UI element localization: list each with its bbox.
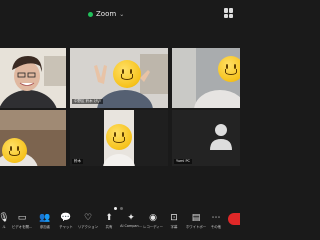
smiley-face-icon — [218, 56, 240, 82]
video-tile[interactable] — [0, 110, 66, 166]
chat-icon: 💬 — [60, 212, 72, 223]
toolbar-label: ビデオを開... — [11, 225, 33, 229]
meeting-title[interactable]: Zoom ⌄ — [88, 7, 124, 21]
toolbar-label: ホワイトボー — [185, 225, 207, 229]
reactions-button[interactable]: ♡ リアクション — [77, 212, 99, 230]
participants-button[interactable]: 👥 参加者 — [35, 212, 55, 230]
mic-icon: 🎙 — [0, 212, 10, 223]
video-button[interactable]: ▭ ビデオを開... — [11, 212, 33, 230]
participant-name: Yumi PC — [174, 159, 193, 164]
smiley-face-icon — [2, 138, 27, 163]
share-button[interactable]: ⬆ 共有 — [99, 212, 119, 230]
video-tile[interactable]: 中野区 鈴木 けい — [70, 48, 168, 108]
avatar-placeholder-icon — [210, 124, 232, 150]
participants-icon: 👥 — [39, 212, 51, 223]
toolbar-label: AI Compan... — [120, 224, 142, 228]
ai-companion-button[interactable]: ✦ AI Compan... — [120, 212, 142, 229]
security-shield-icon[interactable] — [88, 11, 93, 17]
more-icon: ⋯ — [211, 212, 221, 223]
video-tile[interactable]: Yumi PC — [172, 110, 240, 166]
video-tile[interactable] — [172, 48, 240, 108]
gallery-view-icon[interactable] — [224, 8, 234, 18]
captions-button[interactable]: ⊡ 字幕 — [164, 212, 184, 230]
bottom-toolbar: 🎙 ル ▭ ビデオを開... 👥 参加者 💬 チャット ♡ リアクション ⬆ 共… — [0, 210, 240, 240]
toolbar-label: ル — [2, 225, 6, 229]
captions-icon: ⊡ — [170, 212, 178, 223]
video-tile[interactable]: 鈴木 — [70, 110, 168, 166]
toolbar-label: 共有 — [105, 225, 113, 229]
share-icon: ⬆ — [105, 212, 113, 223]
end-meeting-button[interactable] — [228, 213, 240, 225]
participant-name: 中野区 鈴木 けい — [72, 99, 103, 104]
app-title: Zoom — [96, 10, 117, 18]
smiley-face-icon — [106, 124, 132, 150]
toolbar-label: チャット — [59, 225, 73, 229]
toolbar-label: 参加者 — [39, 225, 51, 229]
toolbar-label: 字幕 — [170, 225, 178, 229]
top-bar: Zoom ⌄ — [0, 0, 240, 28]
chat-button[interactable]: 💬 チャット — [56, 212, 76, 230]
toolbar-label: リアクション — [77, 225, 99, 229]
toolbar-label: レコーディー — [142, 225, 164, 229]
video-icon: ▭ — [17, 212, 27, 223]
chevron-down-icon: ⌄ — [119, 10, 125, 18]
more-button[interactable]: ⋯ その他 — [206, 212, 226, 230]
whiteboard-icon: ▤ — [191, 212, 201, 223]
record-button[interactable]: ◉ レコーディー — [142, 212, 164, 230]
record-icon: ◉ — [149, 212, 157, 223]
smiley-face-icon — [113, 60, 141, 88]
participant-name: 鈴木 — [72, 159, 83, 164]
whiteboard-button[interactable]: ▤ ホワイトボー — [185, 212, 207, 230]
reactions-icon: ♡ — [83, 212, 93, 223]
participant-video — [0, 48, 66, 108]
toolbar-label: その他 — [210, 225, 222, 229]
video-tile[interactable] — [0, 48, 66, 108]
ai-companion-icon: ✦ — [127, 212, 135, 223]
